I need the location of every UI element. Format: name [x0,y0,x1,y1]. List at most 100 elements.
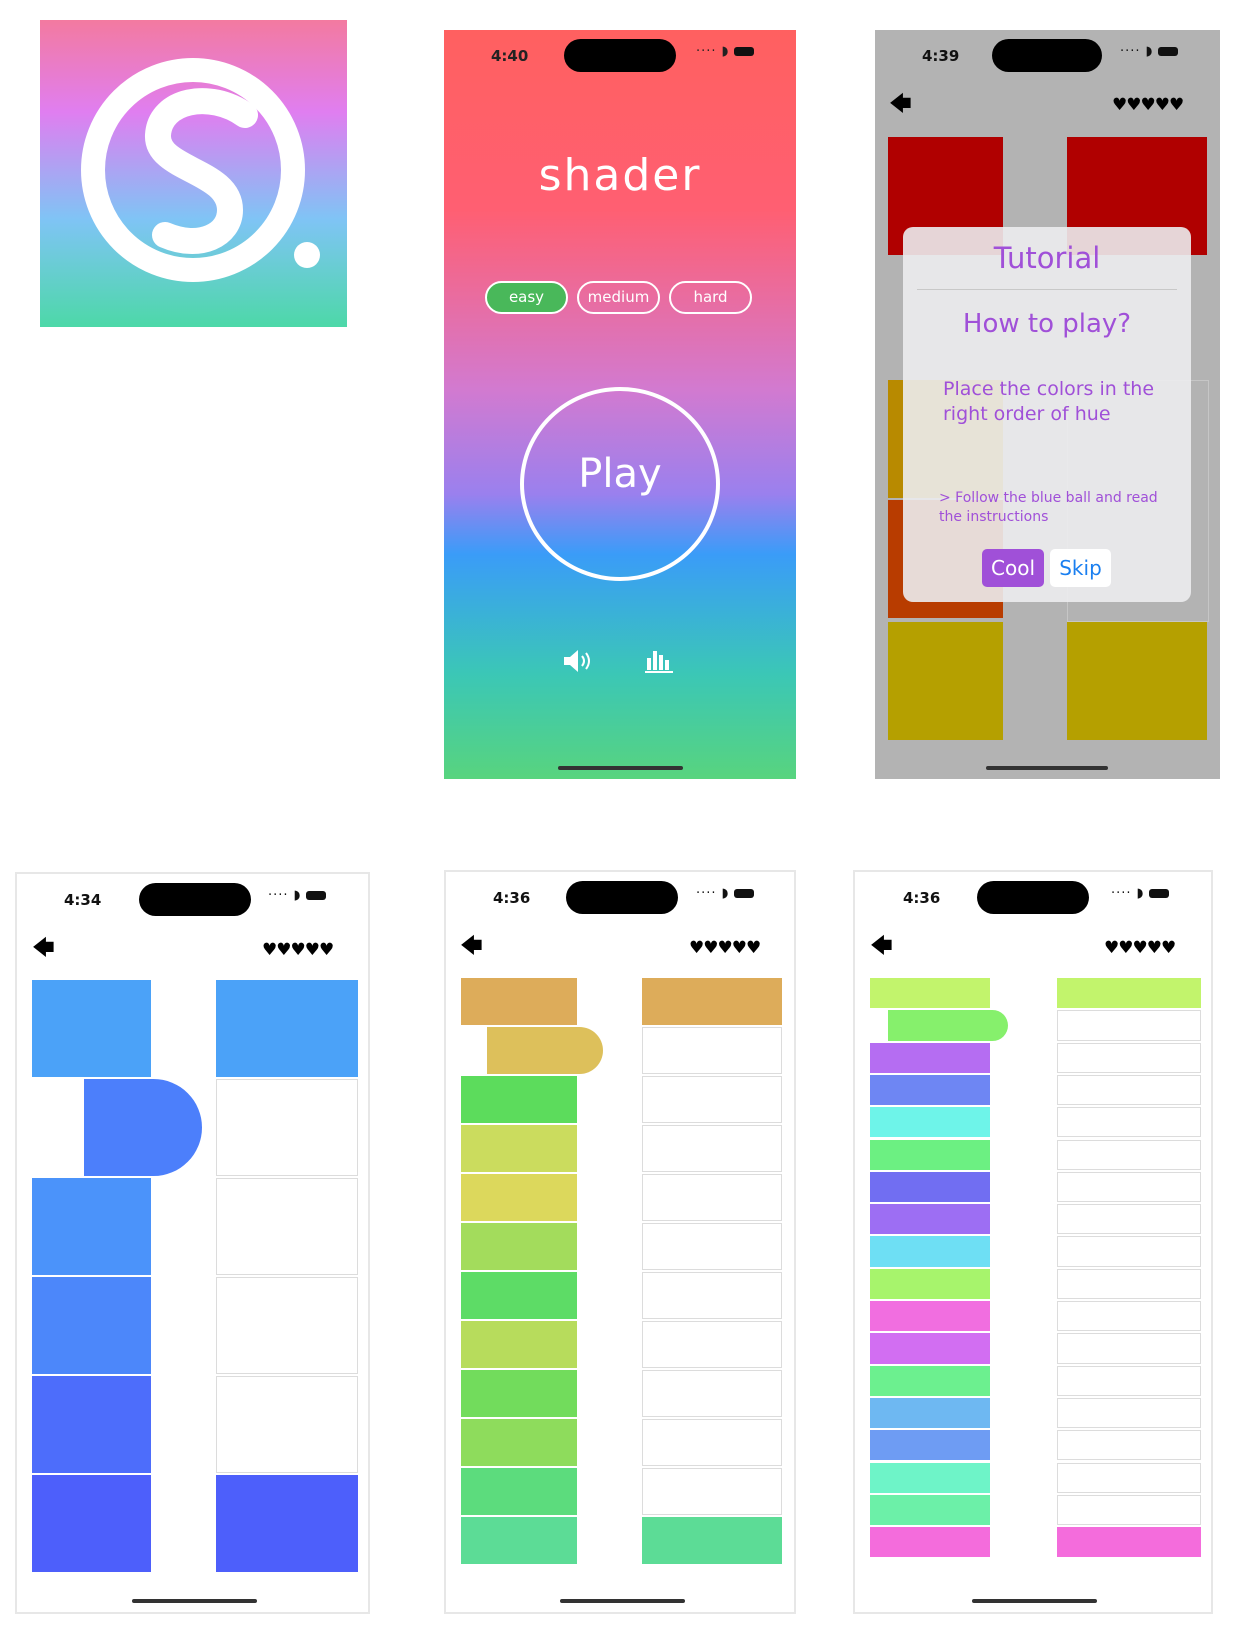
empty-slot[interactable] [642,1076,782,1123]
empty-slot[interactable] [1057,1397,1201,1429]
color-tile[interactable] [461,1517,577,1564]
color-tile[interactable] [870,1494,990,1526]
status-icons: ···· ◗ [696,44,754,59]
empty-slot[interactable] [642,1272,782,1319]
skip-button[interactable]: Skip [1050,549,1111,587]
color-tile[interactable] [32,1277,151,1374]
empty-slot[interactable] [642,1321,782,1368]
cool-button[interactable]: Cool [982,549,1044,587]
color-tile[interactable] [461,1468,577,1515]
color-tile[interactable] [461,1272,577,1319]
color-tile[interactable] [870,978,990,1009]
empty-slot[interactable] [1057,1171,1201,1203]
home-indicator [558,766,683,770]
empty-slot[interactable] [216,1178,358,1275]
color-tile[interactable] [870,1397,990,1429]
color-tile[interactable] [461,1223,577,1270]
color-tile[interactable] [461,1370,577,1417]
color-tile[interactable] [32,1475,151,1572]
color-tile[interactable] [870,1204,990,1235]
back-arrow-icon[interactable]: 🡄 [870,936,893,958]
back-arrow-icon[interactable]: 🡄 [460,936,483,958]
lives-hearts: ♥♥♥♥♥ [1112,95,1184,115]
color-tile[interactable] [84,1079,202,1176]
color-tile[interactable] [32,1178,151,1275]
empty-slot[interactable] [1057,1042,1201,1073]
color-tile[interactable] [461,1174,577,1221]
empty-slot[interactable] [1057,1010,1201,1041]
color-tile[interactable] [461,1321,577,1368]
color-tile[interactable] [487,1027,603,1074]
color-tile[interactable] [870,1236,990,1267]
empty-slot[interactable] [1057,1462,1201,1493]
status-time: 4:40 [491,47,529,65]
color-tile[interactable] [870,1074,990,1106]
empty-slot[interactable] [1057,1204,1201,1235]
empty-slot[interactable] [216,1079,358,1176]
empty-slot[interactable] [642,1468,782,1515]
empty-slot[interactable] [216,1376,358,1473]
color-tile[interactable] [870,1333,990,1364]
color-tile[interactable] [461,1419,577,1466]
color-tile[interactable] [461,978,577,1025]
app-icon [40,20,347,327]
color-tile[interactable] [32,980,151,1077]
lives-hearts: ♥♥♥♥♥ [689,938,761,958]
color-tile[interactable] [888,622,1003,740]
game-screen-medium: 4:36 ···· ◗ 🡄 ♥♥♥♥♥ [444,870,796,1614]
empty-slot[interactable] [1057,1333,1201,1364]
empty-slot[interactable] [642,1370,782,1417]
color-tile[interactable] [461,1125,577,1172]
empty-slot[interactable] [642,1125,782,1172]
empty-slot[interactable] [1057,1074,1201,1106]
color-tile[interactable] [888,1010,1008,1041]
empty-slot[interactable] [642,1223,782,1270]
tutorial-hint: > Follow the blue ball and read the inst… [939,490,1158,525]
tutorial-title: Tutorial [993,241,1101,275]
empty-slot[interactable] [642,1419,782,1466]
status-time: 4:36 [493,889,531,907]
empty-slot[interactable] [642,1174,782,1221]
color-tile[interactable] [870,1301,990,1332]
home-indicator [972,1599,1097,1603]
color-tile[interactable] [870,1365,990,1396]
color-tile[interactable] [870,1107,990,1138]
color-tile[interactable] [870,1462,990,1493]
empty-slot[interactable] [1057,1365,1201,1396]
play-button[interactable]: Play [520,387,720,581]
back-arrow-icon[interactable]: 🡄 [32,938,55,960]
color-tile[interactable] [1067,622,1207,740]
color-tile[interactable] [870,1527,990,1558]
empty-slot[interactable] [1057,1139,1201,1170]
color-tile[interactable] [870,1139,990,1170]
empty-slot[interactable] [1057,1301,1201,1332]
empty-slot[interactable] [1057,1268,1201,1299]
empty-slot[interactable] [642,1027,782,1074]
placed-tile [1057,1527,1201,1558]
color-tile[interactable] [870,1171,990,1203]
color-tile[interactable] [461,1076,577,1123]
empty-slot[interactable] [1057,1494,1201,1526]
easy-button[interactable]: easy [485,281,568,314]
lives-hearts: ♥♥♥♥♥ [262,940,334,960]
dynamic-island [992,39,1102,72]
placed-tile [216,1475,358,1572]
medium-button[interactable]: medium [577,281,660,314]
tutorial-heading: How to play? [962,309,1132,339]
empty-slot[interactable] [1057,1430,1201,1461]
color-tile[interactable] [32,1376,151,1473]
empty-slot[interactable] [216,1277,358,1374]
hard-button[interactable]: hard [669,281,752,314]
leaderboard-icon[interactable] [645,648,673,674]
dynamic-island [566,881,678,914]
status-icons: ···· ◗ [1120,44,1178,59]
color-tile[interactable] [870,1268,990,1299]
empty-slot[interactable] [1057,1236,1201,1267]
color-tile[interactable] [870,1042,990,1073]
status-time: 4:39 [922,47,960,65]
color-tile[interactable] [870,1430,990,1461]
sound-icon[interactable] [562,648,596,674]
empty-slot[interactable] [1057,1107,1201,1138]
placed-tile [642,1517,782,1564]
back-arrow-icon[interactable]: 🡄 [889,94,912,116]
